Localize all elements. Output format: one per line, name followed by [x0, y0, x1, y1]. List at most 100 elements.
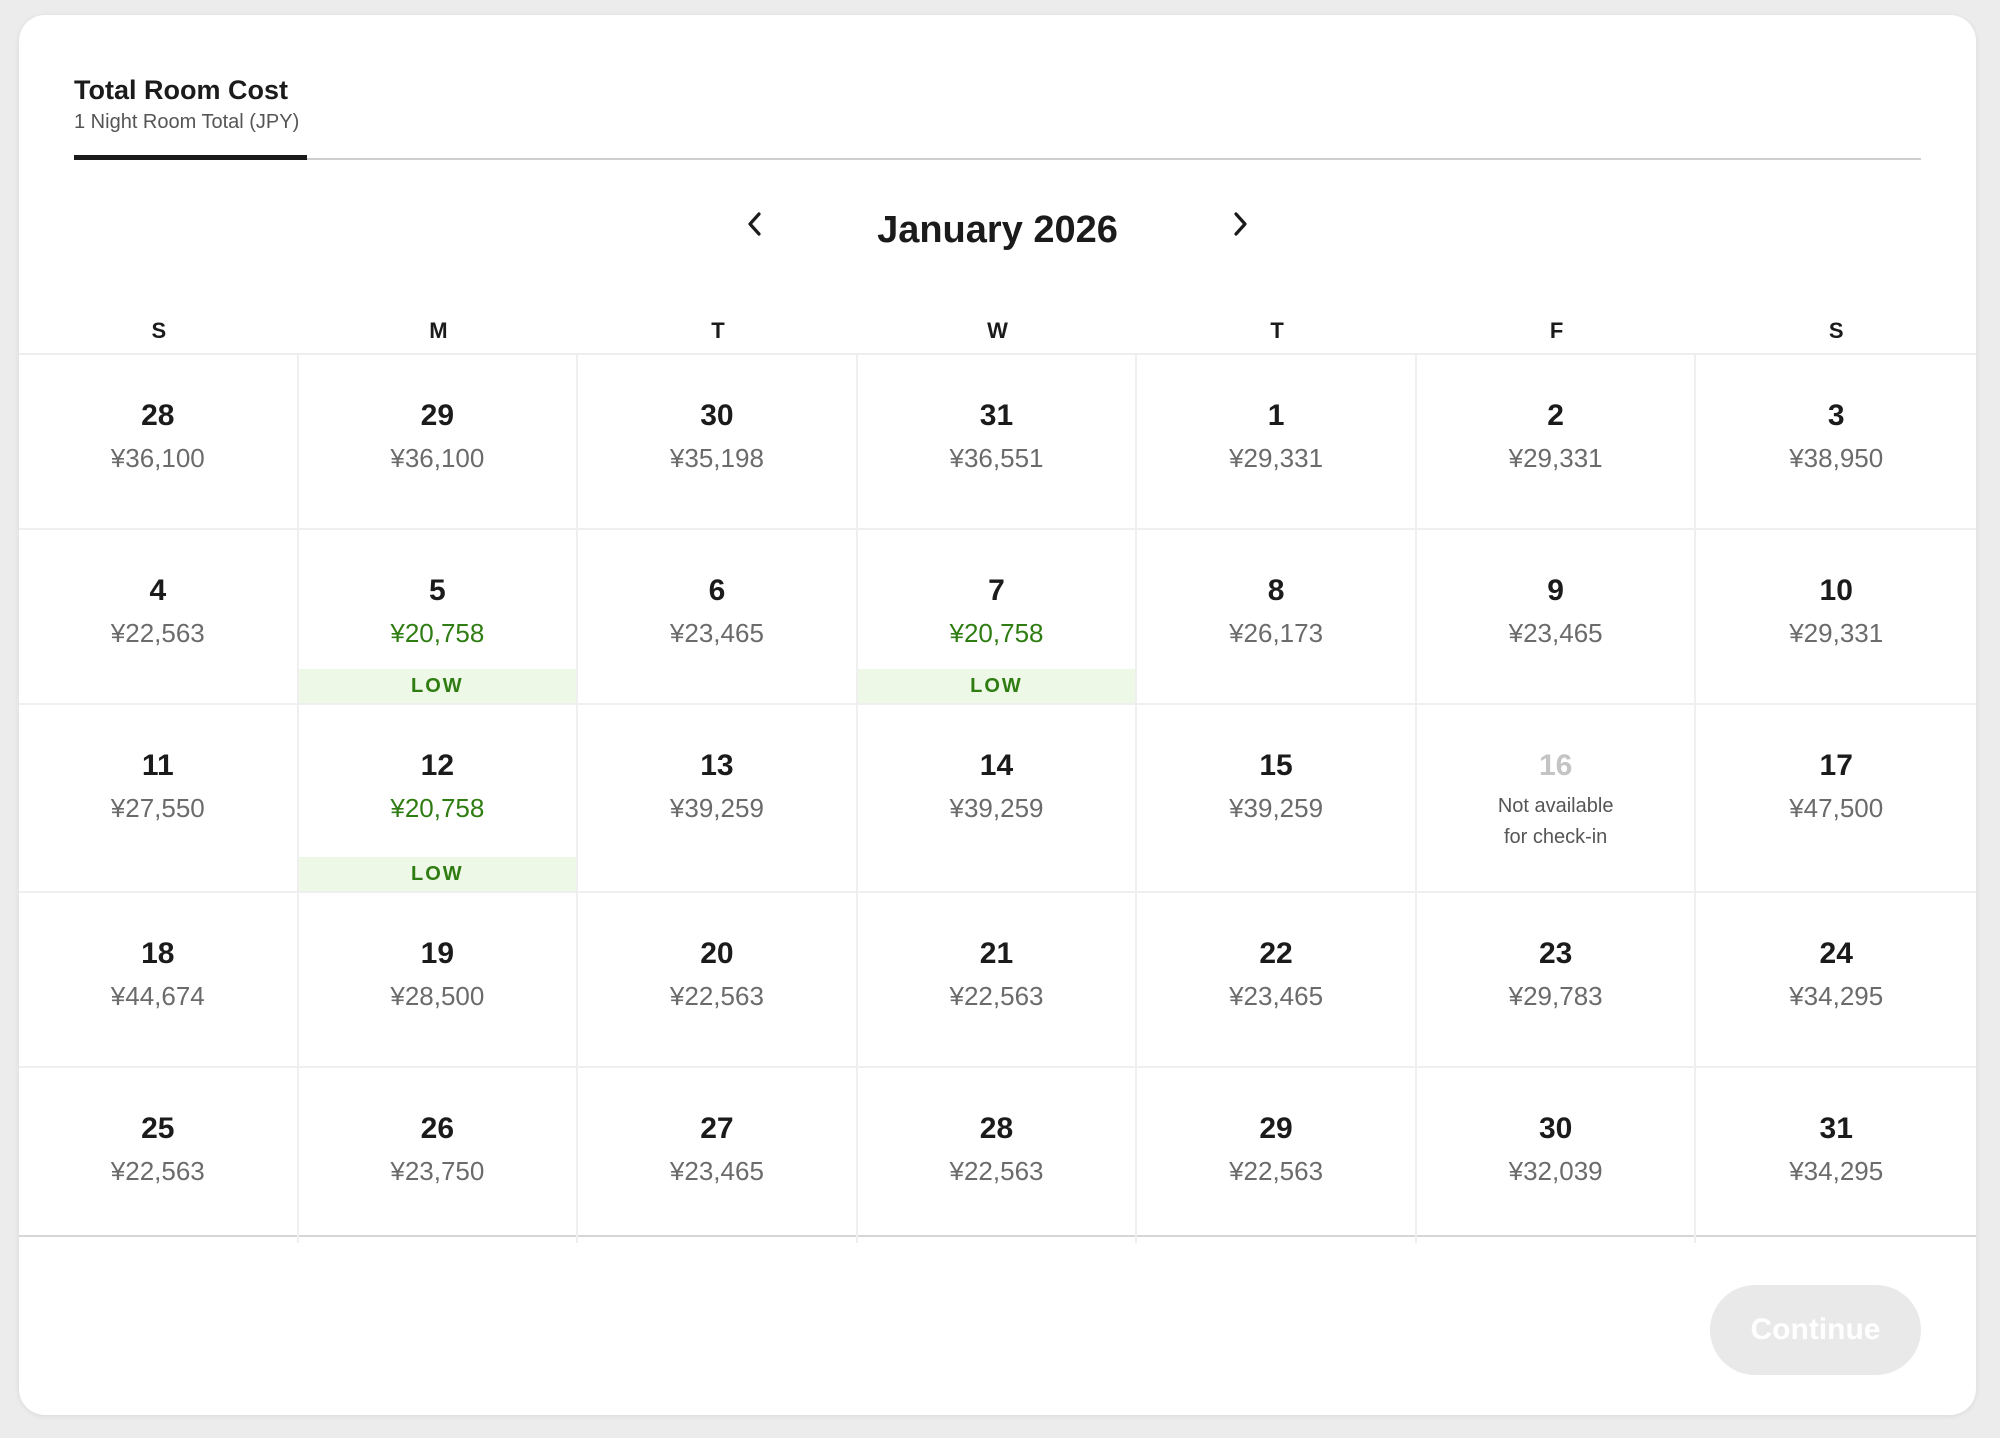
calendar-day-cell[interactable]: 19 ¥28,500 [298, 893, 579, 1068]
day-number: 7 [988, 574, 1005, 607]
low-price-badge: LOW [298, 857, 577, 891]
calendar-day-cell[interactable]: 2 ¥29,331 [1416, 355, 1697, 530]
day-price: ¥36,100 [110, 443, 205, 473]
calendar-day-cell[interactable]: 28 ¥22,563 [858, 1068, 1138, 1243]
calendar-day-cell[interactable]: 25 ¥22,563 [19, 1068, 299, 1243]
day-number: 9 [1547, 574, 1564, 607]
day-number: 18 [141, 937, 175, 970]
low-price-badge: LOW [857, 669, 1136, 703]
unavailable-note-line: Not available [1497, 795, 1614, 817]
weekday-header-row: SMTWTFS [19, 311, 1976, 351]
calendar-day-cell[interactable]: 18 ¥44,674 [19, 893, 299, 1068]
day-price: ¥23,750 [390, 1156, 485, 1186]
calendar-day-cell[interactable]: 29 ¥36,100 [298, 355, 579, 530]
day-number: 13 [700, 749, 734, 782]
day-price: ¥22,563 [110, 618, 205, 648]
continue-button[interactable]: Continue [1710, 1285, 1921, 1375]
calendar-day-cell[interactable]: 8 ¥26,173 [1137, 530, 1417, 705]
day-price: ¥32,039 [1508, 1156, 1603, 1186]
calendar-day-cell[interactable]: 12 ¥20,758 LOW [298, 705, 579, 893]
calendar-day-cell[interactable]: 15 ¥39,259 [1137, 705, 1417, 893]
calendar-day-cell[interactable]: 1 ¥29,331 [1137, 355, 1417, 530]
calendar-day-cell[interactable]: 14 ¥39,259 [857, 705, 1138, 893]
calendar-day-cell[interactable]: 27 ¥23,465 [578, 1068, 858, 1243]
chevron-right-icon [1234, 212, 1247, 236]
calendar-day-cell[interactable]: 31 ¥34,295 [1696, 1068, 1976, 1243]
day-number: 15 [1259, 749, 1293, 782]
calendar-day-cell[interactable]: 24 ¥34,295 [1696, 893, 1976, 1068]
day-number: 11 [141, 749, 174, 782]
day-number: 20 [700, 937, 734, 970]
tab-bar: Total Room Cost 1 Night Room Total (JPY) [74, 61, 1921, 160]
calendar-day-cell[interactable]: 5 ¥20,758 LOW [298, 530, 579, 705]
tab-total-room-cost[interactable]: Total Room Cost 1 Night Room Total (JPY) [74, 61, 307, 160]
day-number: 22 [1259, 937, 1293, 970]
day-price: ¥22,563 [1229, 1156, 1324, 1186]
calendar-day-cell[interactable]: 10 ¥29,331 [1696, 530, 1976, 705]
day-price: ¥28,500 [390, 981, 485, 1011]
calendar-day-cell[interactable]: 28 ¥36,100 [19, 355, 299, 530]
month-title: January 2026 [877, 209, 1118, 251]
day-price: ¥22,563 [110, 1156, 205, 1186]
day-number: 31 [979, 399, 1014, 432]
tab-title: Total Room Cost [74, 75, 288, 105]
day-price: ¥27,550 [110, 793, 205, 823]
day-number: 21 [979, 937, 1014, 970]
day-price: ¥23,465 [1229, 981, 1324, 1011]
calendar-day-cell[interactable]: 29 ¥22,563 [1137, 1068, 1417, 1243]
day-price: ¥23,465 [669, 1156, 764, 1186]
tab-subtitle: 1 Night Room Total (JPY) [74, 111, 300, 133]
calendar-day-cell[interactable]: 17 ¥47,500 [1696, 705, 1976, 893]
calendar-day-cell[interactable]: 22 ¥23,465 [1137, 893, 1417, 1068]
calendar-day-cell[interactable]: 4 ¥22,563 [19, 530, 299, 705]
day-number: 24 [1819, 937, 1853, 970]
day-number: 26 [420, 1112, 455, 1145]
calendar-day-cell[interactable]: 20 ¥22,563 [578, 893, 858, 1068]
day-number: 14 [979, 749, 1014, 782]
day-price: ¥47,500 [1789, 793, 1884, 823]
calendar-day-cell[interactable]: 30 ¥35,198 [578, 355, 858, 530]
day-price: ¥44,674 [110, 981, 205, 1011]
day-number: 12 [420, 749, 455, 782]
day-price: ¥20,758 [390, 793, 485, 823]
calendar-day-cell[interactable]: 26 ¥23,750 [299, 1068, 579, 1243]
next-month-button[interactable] [1215, 199, 1265, 249]
weekday-label: F [1549, 318, 1564, 343]
weekday-label: M [429, 318, 448, 343]
day-number: 1 [1267, 399, 1285, 432]
day-number: 29 [1259, 1112, 1293, 1145]
day-price: ¥35,198 [669, 443, 764, 473]
calendar-day-cell[interactable]: 31 ¥36,551 [857, 355, 1138, 530]
day-number: 31 [1819, 1112, 1853, 1145]
calendar-day-cell[interactable]: 3 ¥38,950 [1696, 355, 1976, 530]
calendar-day-cell[interactable]: 21 ¥22,563 [857, 893, 1138, 1068]
calendar-day-cell[interactable]: 23 ¥29,783 [1416, 893, 1697, 1068]
calendar-day-cell[interactable]: 7 ¥20,758 LOW [857, 530, 1138, 705]
month-header: January 2026 [19, 195, 1976, 265]
unavailable-note: Not available for check-in [1417, 791, 1695, 853]
weekday-label: S [151, 318, 167, 343]
calendar-day-cell[interactable]: 11 ¥27,550 [19, 705, 299, 893]
day-number: 17 [1819, 749, 1853, 782]
day-price: ¥23,465 [669, 618, 764, 648]
day-number: 29 [420, 399, 455, 432]
day-number: 28 [141, 399, 175, 432]
day-number: 25 [141, 1112, 175, 1145]
calendar-day-cell[interactable]: 30 ¥32,039 [1417, 1068, 1697, 1243]
day-price: ¥29,331 [1229, 443, 1324, 473]
calendar-day-cell[interactable]: 6 ¥23,465 [578, 530, 858, 705]
day-number: 8 [1267, 574, 1285, 607]
day-price: ¥22,563 [949, 981, 1044, 1011]
calendar-day-grid: 28 ¥36,100 29 ¥36,100 30 ¥35,198 31 ¥36,551 1 ¥29… [19, 353, 1976, 1243]
calendar-day-cell[interactable]: 9 ¥23,465 [1416, 530, 1697, 705]
day-price: ¥39,259 [1229, 793, 1324, 823]
day-number: 28 [979, 1112, 1014, 1145]
weekday-label: T [1270, 318, 1284, 343]
calendar-day-cell[interactable]: 13 ¥39,259 [578, 705, 858, 893]
day-number: 30 [700, 399, 734, 432]
day-number: 16 [1538, 749, 1573, 782]
day-number: 3 [1827, 399, 1845, 432]
day-price: ¥29,331 [1508, 443, 1603, 473]
day-number: 4 [149, 574, 167, 607]
day-number: 10 [1819, 574, 1853, 607]
